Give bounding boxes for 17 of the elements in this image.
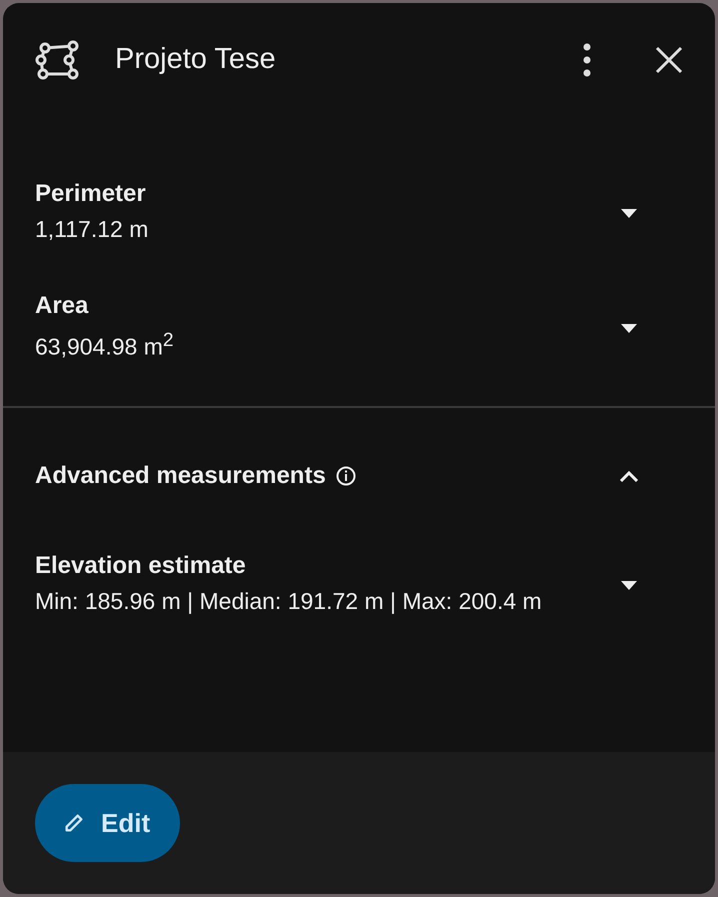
pencil-icon xyxy=(63,812,85,834)
edit-button[interactable]: Edit xyxy=(35,784,180,862)
measurement-value: Min: 185.96 m | Median: 191.72 m | Max: 200.4 m xyxy=(35,586,543,616)
caret-down-icon[interactable] xyxy=(621,324,637,334)
more-icon[interactable] xyxy=(583,42,591,76)
section-title: Advanced measurements xyxy=(35,462,326,490)
measurement-label: Area xyxy=(35,292,90,320)
panel-title: Projeto Tese xyxy=(115,43,277,76)
caret-down-icon[interactable] xyxy=(621,209,637,219)
measurement-value: 63,904.98 m$^{2}$ xyxy=(35,329,175,362)
close-icon[interactable] xyxy=(655,46,683,74)
measurement-value: 1,117.12 m xyxy=(35,215,150,244)
caret-down-icon[interactable] xyxy=(621,580,637,591)
measurement-label: Elevation estimate xyxy=(35,552,247,580)
measurement-label: Perimeter xyxy=(35,180,147,208)
chevron-up-icon[interactable] xyxy=(619,470,639,482)
info-icon[interactable] xyxy=(336,466,356,486)
